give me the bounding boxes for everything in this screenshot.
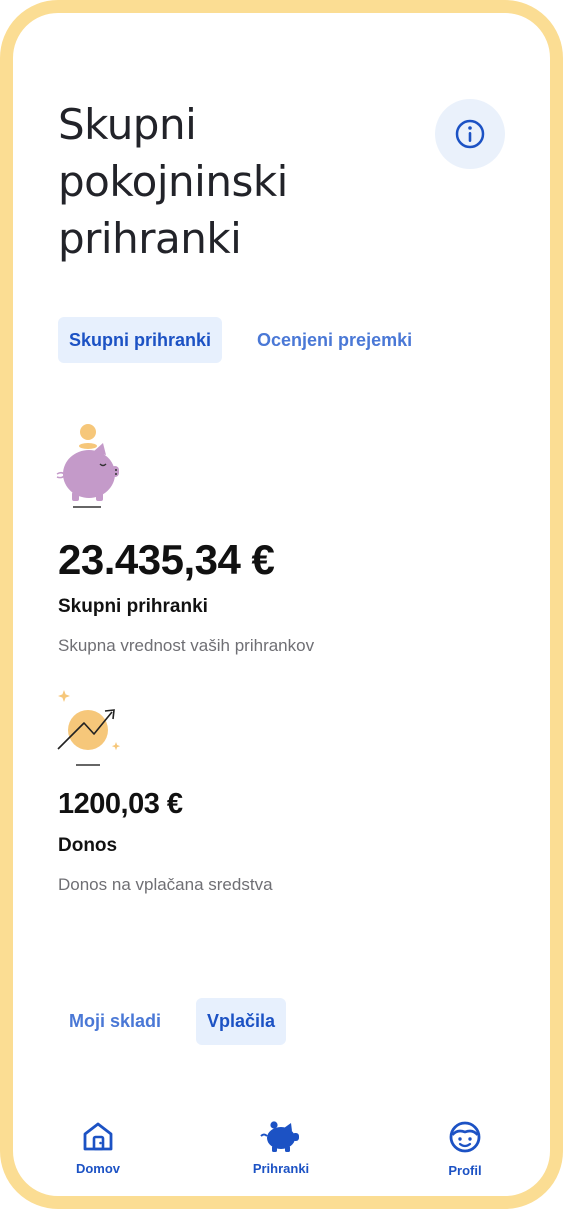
nav-item-prihranki[interactable]: Prihranki	[226, 1120, 336, 1176]
info-icon	[455, 119, 485, 149]
nav-label-domov: Domov	[75, 1161, 121, 1176]
info-button[interactable]	[435, 99, 505, 169]
home-icon	[83, 1122, 113, 1151]
nav-label-profil: Profil	[448, 1163, 482, 1178]
tab-moji-skladi[interactable]: Moji skladi	[58, 998, 172, 1045]
profile-face-icon	[449, 1121, 481, 1153]
total-savings-amount: 23.435,34 €	[58, 536, 275, 583]
yield-description: Donos na vplačana sredstva	[58, 875, 273, 894]
yield-amount: 1200,03 €	[58, 788, 183, 820]
page-title: Skupni pokojninski prihranki	[58, 100, 288, 263]
funds-tabs: Moji skladi Vplačila	[58, 998, 287, 1045]
total-savings-description: Skupna vrednost vaših prihrankov	[58, 636, 315, 655]
tab-ocenjeni-prejemki[interactable]: Ocenjeni prejemki	[246, 317, 423, 363]
bottom-navigation: Domov Prihranki Profil	[13, 1110, 550, 1190]
piggy-bank-icon	[56, 424, 119, 508]
tab-vplacila[interactable]: Vplačila	[196, 998, 287, 1045]
savings-tabs: Skupni prihranki Ocenjeni prejemki	[58, 317, 423, 363]
yield-label: Donos	[58, 835, 118, 856]
nav-item-profil[interactable]: Profil	[410, 1120, 520, 1178]
piggy-icon	[260, 1121, 299, 1152]
tab-skupni-prihranki[interactable]: Skupni prihranki	[58, 317, 223, 363]
nav-label-prihranki: Prihranki	[252, 1161, 310, 1176]
nav-item-domov[interactable]: Domov	[43, 1120, 153, 1176]
growth-chart-icon	[57, 690, 121, 766]
total-savings-label: Skupni prihranki	[58, 596, 208, 617]
